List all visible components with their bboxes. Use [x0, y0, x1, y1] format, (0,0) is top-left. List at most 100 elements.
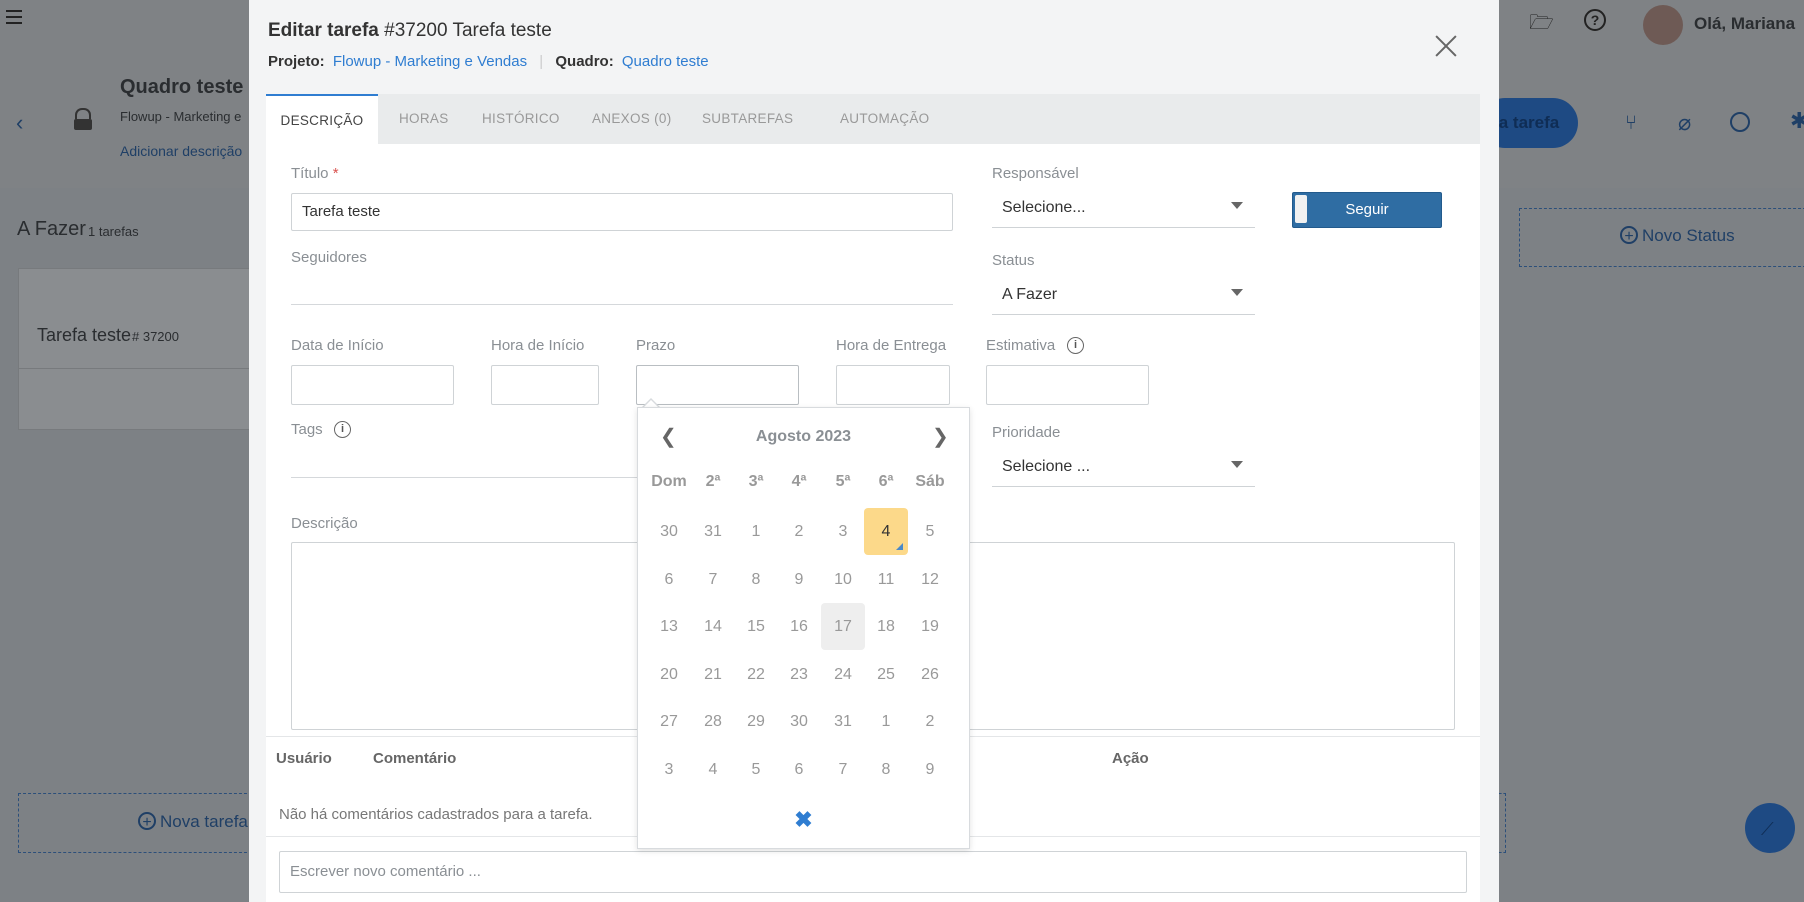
datepicker-day[interactable]: 31 [821, 698, 865, 745]
datepicker-day[interactable]: 9 [777, 556, 821, 603]
back-icon[interactable]: ‹ [16, 110, 23, 136]
datepicker-day[interactable]: 4 [691, 746, 735, 793]
project-link[interactable]: Flowup - Marketing e Vendas [333, 53, 527, 70]
datepicker-day[interactable]: 16 [777, 603, 821, 650]
datepicker-day[interactable]: 4 [864, 508, 908, 555]
tab-horas[interactable]: HORAS [399, 94, 449, 144]
plus-circle-icon: + [138, 812, 156, 831]
datepicker-day[interactable]: 23 [777, 651, 821, 698]
description-label: Descrição [291, 515, 358, 532]
datepicker-day[interactable]: 1 [864, 698, 908, 745]
datepicker-day[interactable]: 9 [908, 746, 952, 793]
hamburger-menu-icon[interactable] [6, 10, 22, 24]
datepicker-day[interactable]: 7 [821, 746, 865, 793]
action-column-header: Ação [1112, 750, 1149, 767]
datepicker-weekday: 6ª [878, 473, 894, 490]
datepicker-day[interactable]: 25 [864, 651, 908, 698]
tab-subtarefas[interactable]: SUBTAREFAS [702, 94, 793, 144]
close-icon[interactable] [1434, 34, 1458, 58]
datepicker-day[interactable]: 26 [908, 651, 952, 698]
datepicker-month[interactable]: Agosto 2023 [638, 428, 969, 446]
tags-info-icon[interactable]: i [334, 421, 351, 438]
priority-select[interactable]: Selecione ... [992, 448, 1255, 487]
search-icon[interactable] [1730, 112, 1750, 132]
datepicker-day[interactable]: 10 [821, 556, 865, 603]
delivery-time-input[interactable] [836, 365, 950, 405]
estimate-input[interactable] [986, 365, 1149, 405]
attachment-icon[interactable]: ⌀ [1678, 110, 1691, 136]
settings-icon[interactable]: ✱ [1790, 108, 1804, 134]
folder-icon[interactable]: 🗁 [1529, 8, 1554, 42]
tab-historico[interactable]: HISTÓRICO [482, 94, 560, 144]
datepicker-day[interactable]: 19 [908, 603, 952, 650]
datepicker-day[interactable]: 12 [908, 556, 952, 603]
board-link[interactable]: Quadro teste [622, 53, 709, 70]
datepicker-day[interactable]: 28 [691, 698, 735, 745]
avatar[interactable] [1643, 5, 1683, 45]
new-comment-input[interactable]: Escrever novo comentário ... [279, 851, 1467, 893]
datepicker-day[interactable]: 15 [734, 603, 778, 650]
tab-anexos[interactable]: ANEXOS (0) [592, 94, 672, 144]
branch-icon[interactable]: ⑂ [1625, 112, 1637, 135]
datepicker-day[interactable]: 24 [821, 651, 865, 698]
datepicker-day[interactable]: 1 [734, 508, 778, 555]
datepicker-day[interactable]: 30 [647, 508, 691, 555]
datepicker-weekday: 2ª [705, 473, 721, 490]
datepicker-day[interactable]: 8 [864, 746, 908, 793]
start-time-input[interactable] [491, 365, 599, 405]
datepicker-day[interactable]: 8 [734, 556, 778, 603]
card-divider [18, 368, 258, 369]
datepicker-day[interactable]: 3 [647, 746, 691, 793]
datepicker-day[interactable]: 5 [734, 746, 778, 793]
datepicker-day[interactable]: 31 [691, 508, 735, 555]
datepicker-day[interactable]: 21 [691, 651, 735, 698]
add-description-link[interactable]: Adicionar descrição [120, 143, 242, 159]
datepicker-day[interactable]: 29 [734, 698, 778, 745]
chevron-right-icon[interactable]: ❯ [932, 424, 949, 449]
datepicker-day[interactable]: 11 [864, 556, 908, 603]
responsible-value: Selecione... [1002, 199, 1086, 216]
datepicker-day[interactable]: 22 [734, 651, 778, 698]
datepicker-day[interactable]: 20 [647, 651, 691, 698]
datepicker-day[interactable]: 18 [864, 603, 908, 650]
responsible-select[interactable]: Selecione... [992, 189, 1255, 228]
datepicker-day[interactable]: 13 [647, 603, 691, 650]
datepicker-day[interactable]: 2 [908, 698, 952, 745]
close-icon[interactable]: ✖ [638, 807, 969, 833]
datepicker-day[interactable]: 6 [777, 746, 821, 793]
datepicker-day[interactable]: 2 [777, 508, 821, 555]
tab-automacao[interactable]: AUTOMAÇÃO [840, 94, 929, 144]
start-date-input[interactable] [291, 365, 454, 405]
follow-button[interactable]: Seguir [1292, 192, 1442, 228]
datepicker-weekday: 3ª [748, 473, 764, 490]
task-card[interactable] [18, 268, 260, 430]
new-status-label[interactable]: + Novo Status [1620, 226, 1735, 246]
datepicker-day[interactable]: 17 [821, 603, 865, 650]
followers-input[interactable] [291, 279, 953, 305]
datepicker-weekday: 5ª [835, 473, 851, 490]
new-task-bottom-label[interactable]: + Nova tarefa [138, 812, 248, 832]
title-label: Título * [291, 165, 339, 182]
datepicker-day[interactable]: 6 [647, 556, 691, 603]
datepicker-day[interactable]: 3 [821, 508, 865, 555]
chart-fab[interactable]: ⟋ [1745, 803, 1795, 853]
column-count: 1 tarefas [88, 224, 139, 239]
datepicker-day[interactable]: 14 [691, 603, 735, 650]
comment-column-header: Comentário [373, 750, 457, 767]
datepicker-day[interactable]: 27 [647, 698, 691, 745]
datepicker-day[interactable]: 7 [691, 556, 735, 603]
status-select[interactable]: A Fazer [992, 276, 1255, 315]
deadline-input[interactable] [636, 365, 799, 405]
title-input[interactable]: Tarefa teste [291, 193, 953, 231]
estimate-info-icon[interactable]: i [1067, 337, 1084, 354]
help-icon[interactable]: ? [1584, 9, 1606, 31]
lock-icon [74, 108, 92, 130]
chart-icon: ⟋ [1761, 819, 1774, 839]
datepicker-day[interactable]: 30 [777, 698, 821, 745]
new-task-bottom-text: Nova tarefa [160, 812, 248, 831]
plus-circle-icon: + [1620, 226, 1638, 245]
tab-descricao[interactable]: DESCRIÇÃO [266, 94, 378, 144]
new-task-button-label: a tarefa [1498, 113, 1560, 132]
greeting[interactable]: Olá, Mariana [1694, 14, 1795, 34]
datepicker-day[interactable]: 5 [908, 508, 952, 555]
